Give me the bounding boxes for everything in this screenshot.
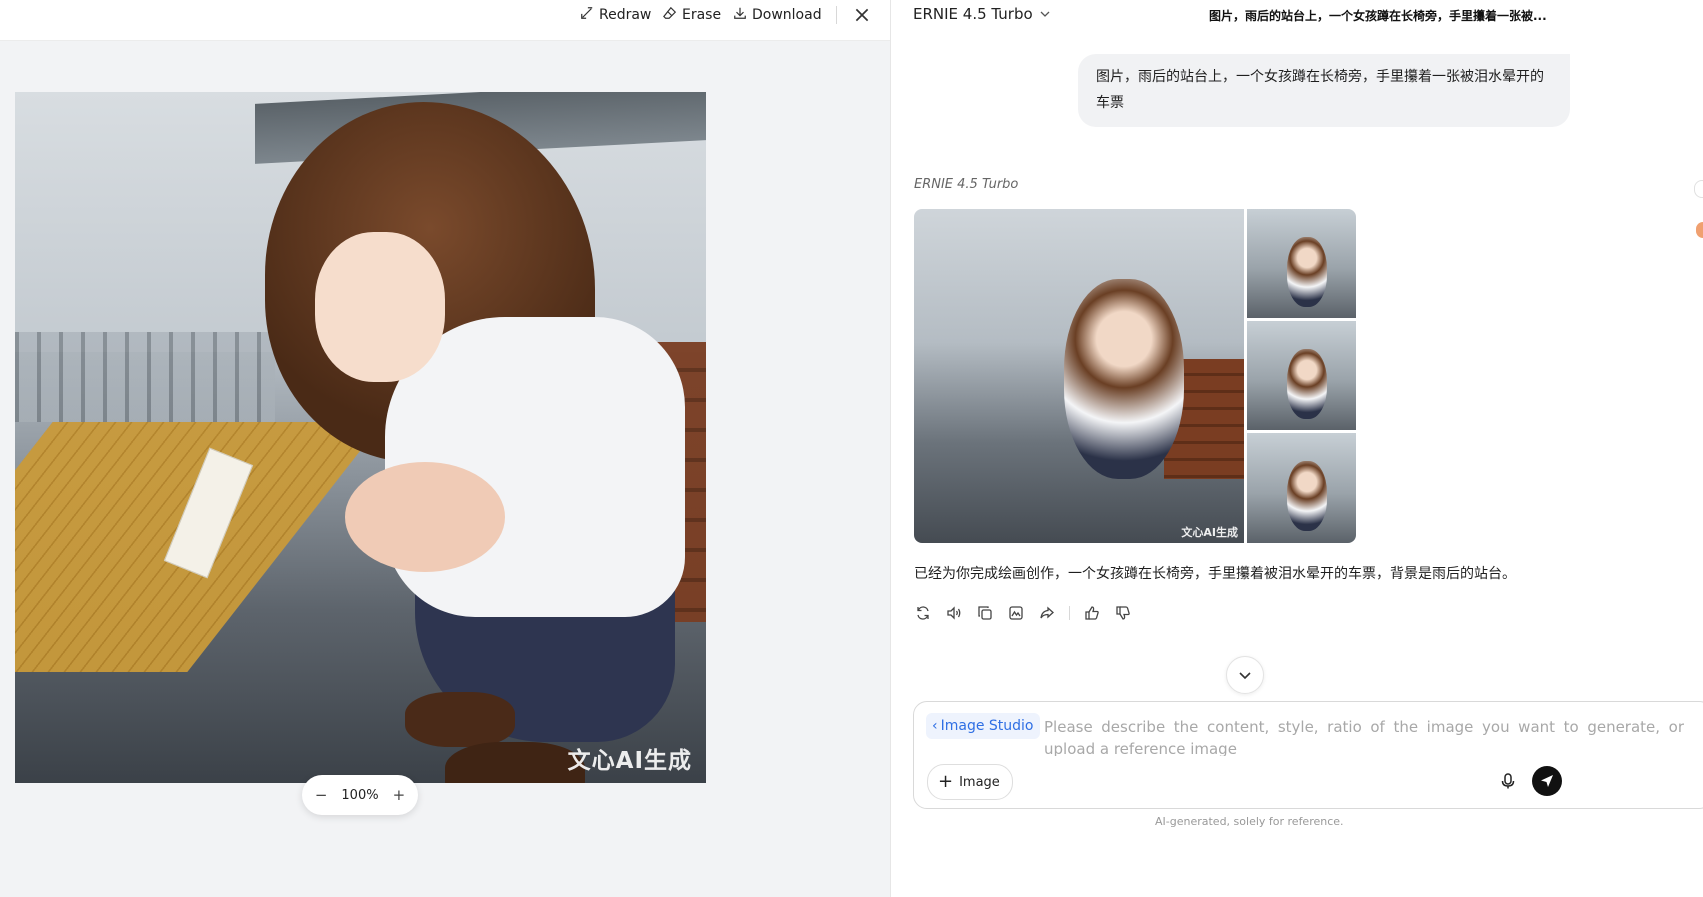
- regenerate-icon: [917, 606, 929, 620]
- close-icon[interactable]: [853, 6, 871, 24]
- redraw-icon: [580, 6, 594, 24]
- image-studio-label: Image Studio: [940, 718, 1034, 734]
- zoom-control: − 100% +: [302, 775, 418, 815]
- scroll-to-bottom-button[interactable]: [1226, 656, 1264, 694]
- download-icon: [733, 6, 747, 24]
- disclaimer: AI-generated, solely for reference.: [1155, 815, 1344, 828]
- message-composer: ‹ Image Studio Please describe the conte…: [913, 701, 1703, 809]
- send-icon: [1541, 775, 1553, 787]
- microphone-icon[interactable]: [1499, 772, 1517, 790]
- share-icon: [1040, 606, 1054, 619]
- assistant-reply: 已经为你完成绘画创作，一个女孩蹲在长椅旁，手里攥着被泪水晕开的车票，背景是雨后的…: [914, 566, 1516, 582]
- model-name: ERNIE 4.5 Turbo: [913, 5, 1033, 23]
- thumbnail-watermark: 文心AI生成: [1181, 526, 1238, 539]
- image-studio-tag[interactable]: ‹ Image Studio: [926, 713, 1040, 739]
- zoom-in-button[interactable]: +: [393, 786, 406, 804]
- add-image-button[interactable]: + Image: [927, 764, 1013, 800]
- generated-image-preview: 文心AI生成: [15, 92, 706, 783]
- eraser-icon: [663, 6, 677, 24]
- prompt-input[interactable]: Please describe the content, style, rati…: [1044, 716, 1684, 756]
- erase-button[interactable]: Erase: [663, 5, 721, 25]
- model-selector[interactable]: ERNIE 4.5 Turbo: [913, 5, 1051, 23]
- chevron-left-icon: ‹: [932, 718, 938, 734]
- zoom-level: 100%: [341, 787, 379, 803]
- redraw-button[interactable]: Redraw: [580, 5, 651, 25]
- side-widget-toggle[interactable]: [1694, 180, 1703, 198]
- image-thumbnail-3[interactable]: [1247, 321, 1356, 430]
- message-actions: [914, 604, 1145, 622]
- generated-image-gallery: 文心AI生成: [914, 209, 1356, 543]
- image-thumbnail-2[interactable]: [1247, 209, 1356, 318]
- image-viewer: Redraw Erase Download 文心AI生成 − 100% +: [0, 0, 890, 897]
- chat-panel: ERNIE 4.5 Turbo 图片，雨后的站台上，一个女孩蹲在长椅旁，手里攥着…: [891, 0, 1703, 897]
- like-button[interactable]: [1083, 604, 1101, 622]
- regenerate-button[interactable]: [914, 604, 932, 622]
- read-aloud-icon: [947, 606, 961, 620]
- dislike-button[interactable]: [1114, 604, 1132, 622]
- image-edit-icon: [1009, 606, 1023, 620]
- copy-button[interactable]: [976, 604, 994, 622]
- read-aloud-button[interactable]: [945, 604, 963, 622]
- thumbs-up-icon: [1085, 606, 1099, 620]
- image-thumbnail-4[interactable]: [1247, 433, 1356, 543]
- actions-divider: [1069, 606, 1070, 620]
- conversation-title: 图片，雨后的站台上，一个女孩蹲在长椅旁，手里攥着一张被...: [1209, 9, 1547, 23]
- zoom-out-button[interactable]: −: [315, 786, 328, 804]
- send-button[interactable]: [1532, 766, 1562, 796]
- redraw-label: Redraw: [599, 7, 652, 23]
- copy-icon: [978, 606, 992, 620]
- share-button[interactable]: [1038, 604, 1056, 622]
- image-watermark: 文心AI生成: [567, 748, 692, 774]
- bot-name: ERNIE 4.5 Turbo: [914, 177, 1019, 192]
- image-thumbnail-main[interactable]: 文心AI生成: [914, 209, 1244, 543]
- image-edit-button[interactable]: [1007, 604, 1025, 622]
- toolbar-divider: [836, 6, 837, 24]
- chevron-down-icon: [1239, 672, 1251, 680]
- erase-label: Erase: [682, 7, 722, 23]
- viewer-toolbar: Redraw Erase Download: [0, 0, 890, 41]
- download-label: Download: [752, 7, 822, 23]
- user-message: 图片，雨后的站台上，一个女孩蹲在长椅旁，手里攥着一张被泪水晕开的车票: [1078, 54, 1570, 127]
- plus-icon: +: [938, 771, 954, 792]
- chevron-down-icon: [1040, 11, 1050, 17]
- side-widget-avatar[interactable]: [1696, 222, 1703, 238]
- add-image-label: Image: [959, 774, 1000, 790]
- thumbs-down-icon: [1116, 606, 1130, 620]
- download-button[interactable]: Download: [733, 5, 822, 25]
